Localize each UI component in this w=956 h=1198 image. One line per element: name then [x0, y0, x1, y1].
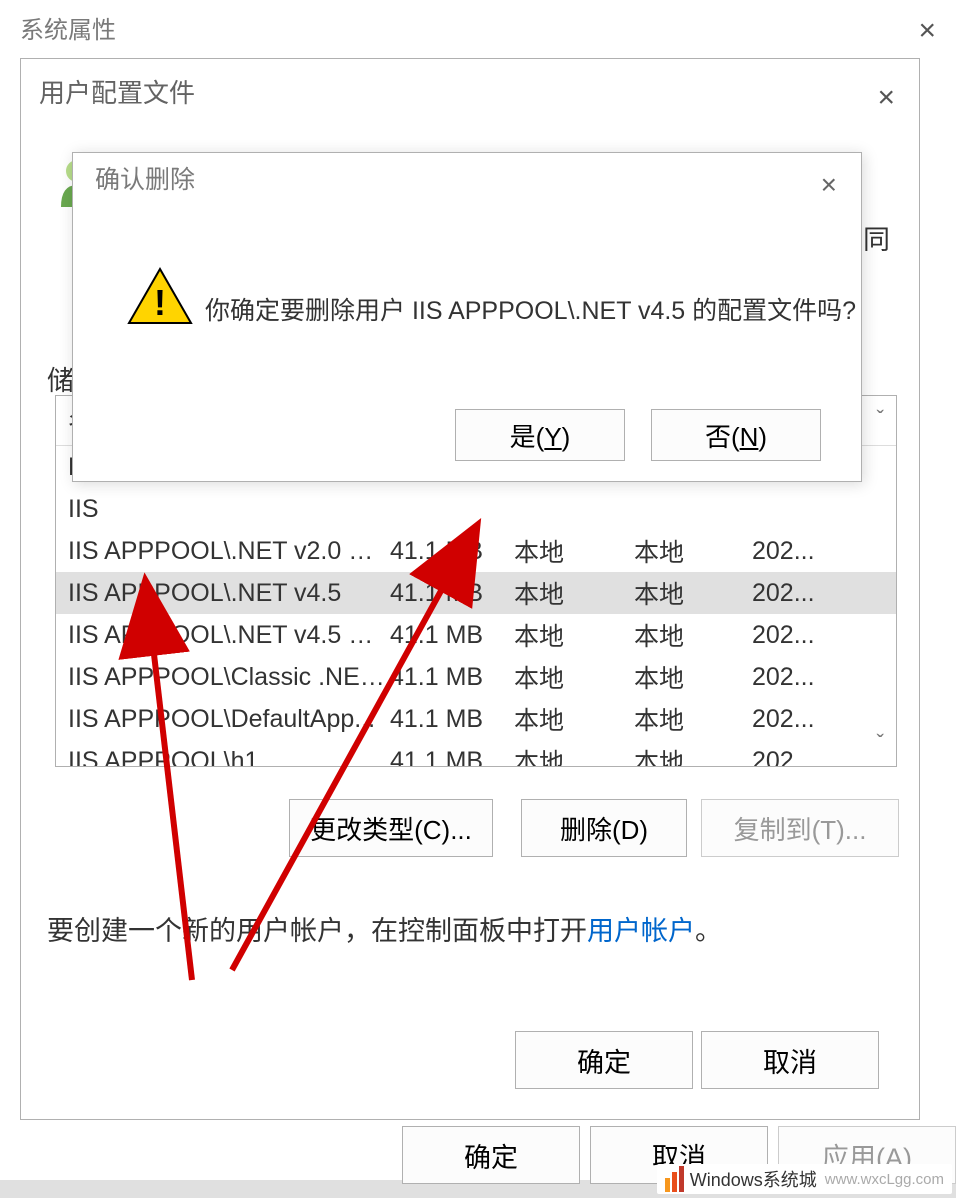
confirm-titlebar: 确认删除 × [73, 153, 861, 203]
user-profiles-titlebar: 用户配置文件 × [21, 59, 919, 123]
cell-size: 41.1 MB [390, 705, 514, 734]
cell-size: 41.1 MB [390, 663, 514, 692]
cell-status: 本地 [634, 701, 752, 737]
cell-status: 本地 [634, 659, 752, 695]
cell-status: 本地 [634, 533, 752, 569]
watermark-brand: Windows系统城 [690, 1166, 817, 1192]
cell-name: IIS APPPOOL\DefaultApp... [56, 705, 390, 734]
table-row[interactable]: IIS APPPOOL\.NET v4.541.1 MB本地本地202... [56, 572, 896, 614]
close-icon[interactable]: × [908, 10, 946, 52]
table-row[interactable]: IIS APPPOOL\Classic .NET...41.1 MB本地本地20… [56, 656, 896, 698]
cell-name: IIS APPPOOL\.NET v4.5 Cl... [56, 621, 390, 650]
cancel-button[interactable]: 取消 [701, 1031, 879, 1089]
cell-status: 本地 [634, 743, 752, 767]
table-row[interactable]: IIS [56, 488, 896, 530]
cell-type: 本地 [514, 617, 634, 653]
cell-status: 本地 [634, 617, 752, 653]
cell-name: IIS [56, 495, 390, 524]
cell-name: IIS APPPOOL\Classic .NET... [56, 663, 390, 692]
confirm-delete-dialog: 确认删除 × ! 你确定要删除用户 IIS APPPOOL\.NET v4.5 … [72, 152, 862, 482]
cell-modified: 202... [752, 537, 842, 566]
cell-modified: 202 [752, 747, 842, 768]
ok-button[interactable]: 确定 [515, 1031, 693, 1089]
cell-type: 本地 [514, 659, 634, 695]
cell-name: IIS APPPOOL\.NET v2.0 Cl... [56, 537, 390, 566]
outer-title: 系统属性 [20, 10, 116, 45]
chevron-up-icon[interactable]: ˇ [877, 406, 884, 432]
yes-button[interactable]: 是(Y) [455, 409, 625, 461]
copy-to-button: 复制到(T)... [701, 799, 899, 857]
cell-modified: 202... [752, 663, 842, 692]
table-row[interactable]: IIS APPPOOL\.NET v4.5 Cl...41.1 MB本地本地20… [56, 614, 896, 656]
cell-modified: 202... [752, 579, 842, 608]
cell-type: 本地 [514, 701, 634, 737]
create-new-account-text: 要创建一个新的用户帐户，在控制面板中打开用户帐户。 [47, 909, 722, 948]
chevron-down-icon[interactable]: ˇ [877, 730, 884, 756]
cell-size: 41.1 MB [390, 747, 514, 768]
cell-size: 41.1 MB [390, 579, 514, 608]
cell-size: 41.1 MB [390, 537, 514, 566]
user-accounts-link[interactable]: 用户帐户 [587, 916, 695, 946]
cell-size: 41.1 MB [390, 621, 514, 650]
cell-type: 本地 [514, 533, 634, 569]
change-type-button[interactable]: 更改类型(C)... [289, 799, 493, 857]
cell-modified: 202... [752, 621, 842, 650]
cell-type: 本地 [514, 743, 634, 767]
confirm-title: 确认删除 [95, 160, 195, 196]
user-profiles-title: 用户配置文件 [39, 73, 195, 110]
warning-icon: ! [127, 267, 193, 331]
cell-name: IIS APPPOOL\.NET v4.5 [56, 579, 390, 608]
cell-status: 本地 [634, 575, 752, 611]
no-button[interactable]: 否(N) [651, 409, 821, 461]
table-row[interactable]: IIS APPPOOL\DefaultApp...41.1 MB本地本地202.… [56, 698, 896, 740]
outer-titlebar: 系统属性 × [0, 0, 956, 54]
table-row[interactable]: IIS APPPOOL\.NET v2.0 Cl...41.1 MB本地本地20… [56, 530, 896, 572]
cell-type: 本地 [514, 575, 634, 611]
delete-button[interactable]: 删除(D) [521, 799, 687, 857]
cell-modified: 202... [752, 705, 842, 734]
watermark: Windows系统城 www.wxcLgg.com [657, 1164, 952, 1194]
table-row[interactable]: IIS APPPOOL\h141.1 MB本地本地202 [56, 740, 896, 767]
cell-name: IIS APPPOOL\h1 [56, 747, 390, 768]
confirm-message: 你确定要删除用户 IIS APPPOOL\.NET v4.5 的配置文件吗? [205, 291, 856, 327]
svg-text:!: ! [154, 282, 166, 323]
watermark-url: www.wxcLgg.com [825, 1171, 944, 1188]
ok-button[interactable]: 确定 [402, 1126, 580, 1184]
close-icon[interactable]: × [811, 165, 847, 205]
close-icon[interactable]: × [867, 77, 905, 119]
